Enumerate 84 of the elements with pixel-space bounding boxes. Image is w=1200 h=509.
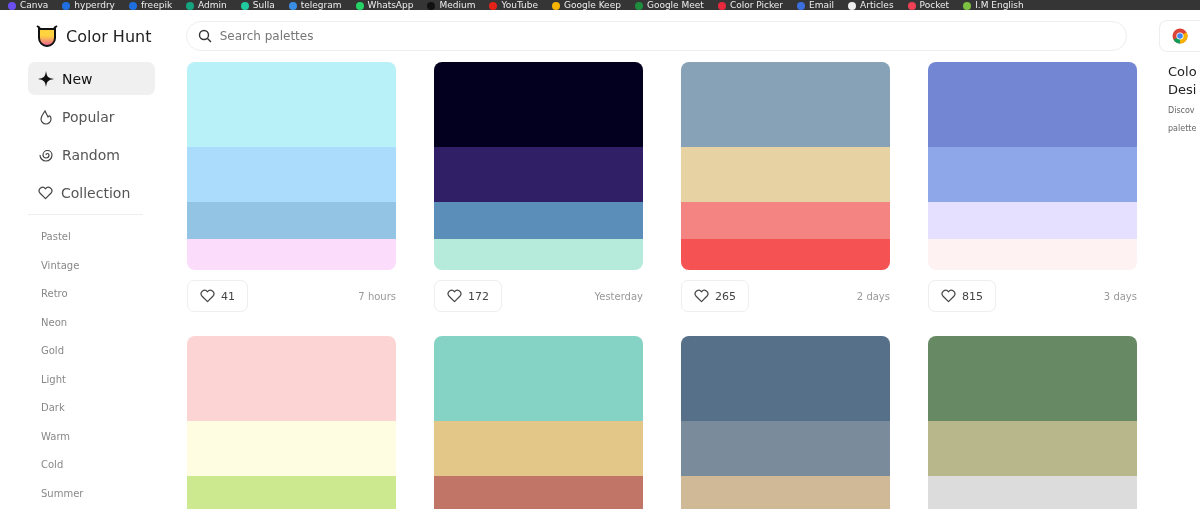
color-swatch[interactable] xyxy=(681,239,890,270)
nav-item[interactable]: Popular xyxy=(28,100,155,133)
tag-link[interactable]: Pastel xyxy=(28,223,187,252)
bookmark[interactable]: WhatsApp xyxy=(355,1,414,10)
promo-title: Colo xyxy=(1168,63,1198,81)
bookmark[interactable]: Email xyxy=(797,1,835,10)
heart-icon xyxy=(941,289,956,303)
search-icon xyxy=(197,29,212,43)
color-swatch[interactable] xyxy=(187,62,396,147)
bookmark[interactable]: YouTube xyxy=(489,1,539,10)
color-swatch[interactable] xyxy=(681,62,890,147)
tag-link[interactable]: Neon xyxy=(28,308,187,337)
bookmark[interactable]: Sulla xyxy=(240,1,275,10)
extension-button[interactable] xyxy=(1159,20,1200,52)
like-button[interactable]: 815 xyxy=(928,280,996,312)
bookmark[interactable]: Canva xyxy=(8,1,49,10)
color-swatch[interactable] xyxy=(928,147,1137,202)
tag-link[interactable]: Summer xyxy=(28,479,187,508)
like-button[interactable]: 265 xyxy=(681,280,749,312)
color-swatch[interactable] xyxy=(928,62,1137,147)
color-swatch[interactable] xyxy=(928,336,1137,421)
bookmark[interactable]: Color Picker xyxy=(717,1,784,10)
promo-text: palette xyxy=(1168,123,1198,135)
bookmark[interactable]: Pocket xyxy=(907,1,950,10)
heart-icon xyxy=(447,289,462,303)
color-swatch[interactable] xyxy=(187,239,396,270)
nav-item[interactable]: Collection xyxy=(28,176,155,209)
color-swatch[interactable] xyxy=(928,202,1137,239)
color-swatch[interactable] xyxy=(928,476,1137,509)
color-swatch[interactable] xyxy=(187,202,396,239)
logo-text[interactable]: Color Hunt xyxy=(66,26,152,46)
bookmark[interactable]: Google Keep xyxy=(552,1,621,10)
palette[interactable] xyxy=(434,62,643,270)
color-swatch[interactable] xyxy=(434,336,643,421)
bookmark[interactable]: I.M English xyxy=(963,1,1024,10)
color-swatch[interactable] xyxy=(928,421,1137,476)
color-swatch[interactable] xyxy=(187,147,396,202)
tag-link[interactable]: Cold xyxy=(28,451,187,480)
color-swatch[interactable] xyxy=(434,239,643,270)
color-swatch[interactable] xyxy=(434,62,643,147)
tag-link[interactable]: Warm xyxy=(28,422,187,451)
palette-time: 7 hours xyxy=(358,290,396,302)
flame-icon xyxy=(38,108,54,125)
color-swatch[interactable] xyxy=(681,147,890,202)
bookmark[interactable]: Medium xyxy=(427,1,476,10)
bookmark[interactable]: Admin xyxy=(186,1,227,10)
bookmark[interactable]: Articles xyxy=(848,1,894,10)
bookmark[interactable]: telegram xyxy=(288,1,342,10)
palette-time: Yesterday xyxy=(594,290,643,302)
promo-title: Desi xyxy=(1168,81,1198,99)
color-swatch[interactable] xyxy=(434,476,643,509)
color-swatch[interactable] xyxy=(681,421,890,476)
color-swatch[interactable] xyxy=(434,202,643,239)
nav-item[interactable]: New xyxy=(28,62,155,95)
color-swatch[interactable] xyxy=(434,421,643,476)
promo-text: Discov xyxy=(1168,105,1196,117)
chrome-icon xyxy=(1172,28,1189,44)
search-field[interactable]: Search palettes xyxy=(185,21,1128,51)
color-swatch[interactable] xyxy=(681,336,890,421)
bookmark[interactable]: hyperdry xyxy=(62,1,115,10)
tag-link[interactable]: Light xyxy=(28,365,187,394)
sparkle-icon xyxy=(38,70,54,87)
nav-item[interactable]: Random xyxy=(28,138,155,171)
tag-link[interactable]: Gold xyxy=(28,337,187,366)
logo-icon xyxy=(36,24,58,48)
color-swatch[interactable] xyxy=(681,202,890,239)
color-swatch[interactable] xyxy=(434,147,643,202)
palette-time: 2 days xyxy=(856,290,890,302)
heart-icon xyxy=(38,185,53,200)
color-swatch[interactable] xyxy=(187,421,396,476)
color-swatch[interactable] xyxy=(928,239,1137,270)
bookmark[interactable]: freepik xyxy=(128,1,173,10)
color-swatch[interactable] xyxy=(187,476,396,509)
bookmark[interactable]: Google Meet xyxy=(634,1,704,10)
tag-link[interactable]: Dark xyxy=(28,394,187,423)
palette-time: 3 days xyxy=(1103,290,1137,302)
heart-icon xyxy=(694,289,709,303)
heart-icon xyxy=(200,289,215,303)
tag-link[interactable]: Retro xyxy=(28,280,187,309)
like-button[interactable]: 172 xyxy=(434,280,502,312)
color-swatch[interactable] xyxy=(681,476,890,509)
tag-link[interactable]: Vintage xyxy=(28,251,187,280)
color-swatch[interactable] xyxy=(187,336,396,421)
like-button[interactable]: 41 xyxy=(187,280,248,312)
